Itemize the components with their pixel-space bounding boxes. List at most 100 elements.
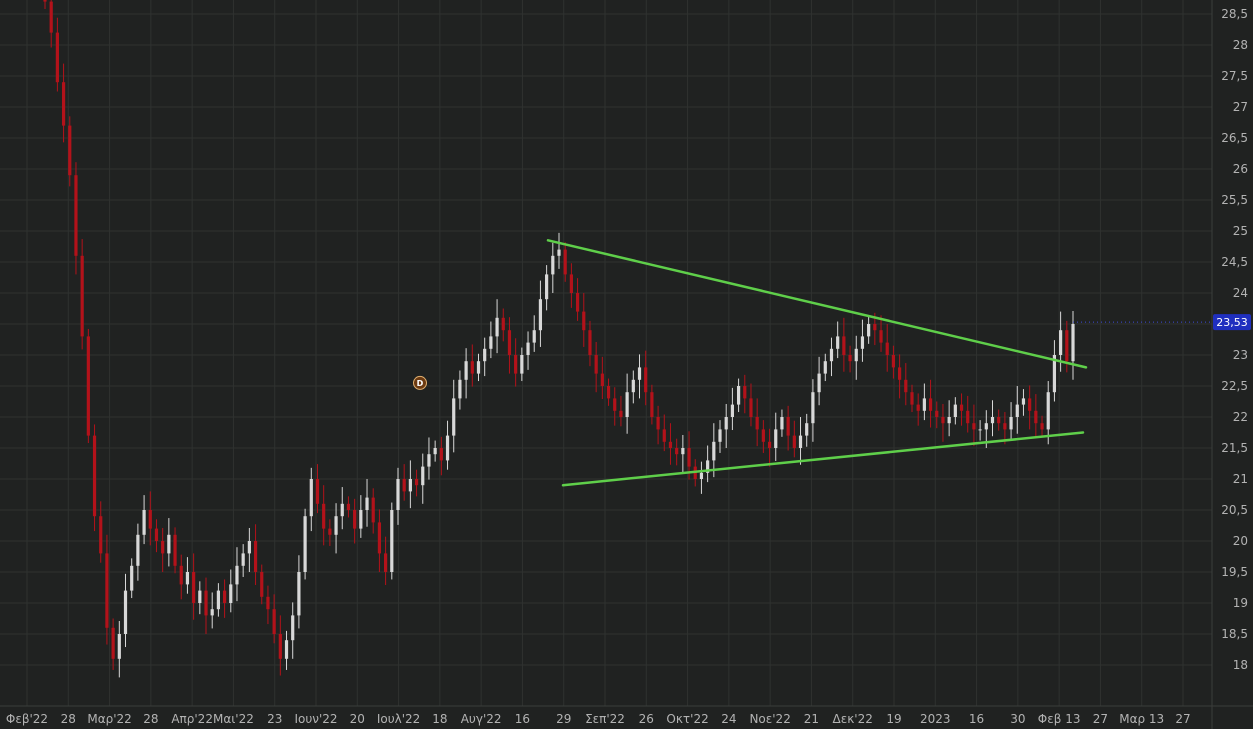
candle-body	[910, 392, 914, 405]
x-tick-label: 27	[1093, 712, 1108, 726]
x-tick-label: Σεπ'22	[585, 712, 625, 726]
candle-body	[545, 274, 549, 300]
candle-body	[1028, 398, 1032, 411]
candle-body	[1040, 423, 1044, 430]
candle-body	[408, 479, 412, 492]
candle-body	[755, 417, 759, 430]
candle-body	[402, 479, 406, 492]
candle-body	[631, 379, 635, 393]
candle-body	[922, 398, 926, 411]
y-tick-label: 19	[1233, 596, 1248, 610]
candle-body	[179, 565, 183, 585]
event-marker-layer[interactable]: D	[413, 375, 427, 390]
candle-body	[384, 553, 388, 572]
x-tick-label: Απρ'22	[171, 712, 213, 726]
candle-body	[439, 448, 443, 461]
y-tick-label: 20,5	[1221, 503, 1248, 517]
candle-body	[266, 596, 270, 610]
x-tick-label: 28	[143, 712, 158, 726]
candle-body	[916, 404, 920, 411]
candle-body	[396, 479, 400, 510]
candle-body	[99, 516, 103, 554]
y-tick-label: 21,5	[1221, 441, 1248, 455]
candle-body	[569, 274, 573, 293]
candle-body	[452, 398, 456, 436]
candle-body	[687, 448, 691, 467]
candle-body	[173, 534, 177, 566]
candle-body	[891, 355, 896, 368]
candle-body	[842, 336, 846, 355]
candle-body	[1071, 324, 1075, 362]
y-tick-label: 28,5	[1221, 7, 1248, 21]
x-tick-label: 19	[886, 712, 901, 726]
x-tick-label: Νοε'22	[749, 712, 790, 726]
candle-body	[774, 429, 778, 448]
y-tick-label: 27	[1233, 100, 1248, 114]
candle-body	[575, 293, 580, 312]
candle-body	[458, 379, 462, 399]
candle-body	[718, 429, 722, 442]
candle-body	[49, 1, 53, 33]
price-chart[interactable]: D 28,52827,52726,52625,52524,52423,52322…	[0, 0, 1253, 729]
candle-body	[749, 398, 753, 417]
x-tick-label: 24	[721, 712, 736, 726]
candle-body	[433, 448, 437, 455]
candle-body	[161, 541, 165, 554]
y-tick-label: 28	[1233, 38, 1248, 52]
candle-body	[495, 317, 499, 337]
y-tick-label: 25	[1233, 224, 1248, 238]
candle-body	[142, 510, 146, 535]
x-tick-label: 2023	[920, 712, 951, 726]
candle-body	[625, 392, 629, 417]
y-tick-label: 23	[1233, 348, 1248, 362]
candle-body	[210, 609, 214, 616]
candle-body	[582, 311, 586, 331]
y-tick-label: 21	[1233, 472, 1248, 486]
candle-body	[204, 590, 208, 616]
candle-body	[328, 528, 332, 535]
candle-body	[526, 342, 530, 355]
candle-body	[594, 355, 598, 374]
candle-body	[322, 503, 326, 529]
x-tick-label: 16	[969, 712, 984, 726]
candle-body	[966, 410, 970, 424]
candle-body	[148, 510, 152, 529]
last-price-label: 23,53	[1216, 316, 1248, 329]
candle-body	[600, 373, 604, 386]
candle-body	[154, 528, 159, 541]
x-tick-label: 23	[267, 712, 282, 726]
y-tick-label: 20	[1233, 534, 1248, 548]
candle-body	[1015, 404, 1019, 417]
candle-body	[309, 479, 313, 517]
candle-body	[823, 361, 827, 374]
candle-body	[650, 392, 654, 417]
candle-body	[730, 404, 734, 417]
candle-body	[136, 534, 140, 566]
x-tick-label: Μαι'22	[213, 712, 254, 726]
y-tick-label: 26	[1233, 162, 1248, 176]
candle-body	[483, 348, 487, 362]
chart-background	[0, 0, 1253, 729]
candle-body	[445, 435, 450, 461]
candle-body	[297, 572, 301, 616]
candle-body	[346, 503, 351, 510]
x-tick-label: Φεβ 13	[1038, 712, 1081, 726]
candle-body	[80, 255, 84, 337]
candle-body	[941, 417, 945, 424]
candle-body	[557, 249, 561, 256]
candle-body	[743, 386, 747, 399]
candle-body	[235, 565, 239, 585]
candle-body	[848, 355, 852, 362]
x-tick-label: Δεκ'22	[833, 712, 873, 726]
y-tick-label: 22	[1233, 410, 1248, 424]
candle-body	[959, 404, 964, 411]
y-tick-label: 19,5	[1221, 565, 1248, 579]
candle-body	[798, 435, 803, 448]
candle-body	[681, 448, 685, 455]
candle-body	[668, 441, 673, 448]
candle-body	[990, 417, 995, 424]
candle-body	[904, 379, 908, 393]
candle-body	[192, 572, 196, 603]
candle-body	[885, 342, 889, 355]
candle-body	[427, 454, 431, 467]
